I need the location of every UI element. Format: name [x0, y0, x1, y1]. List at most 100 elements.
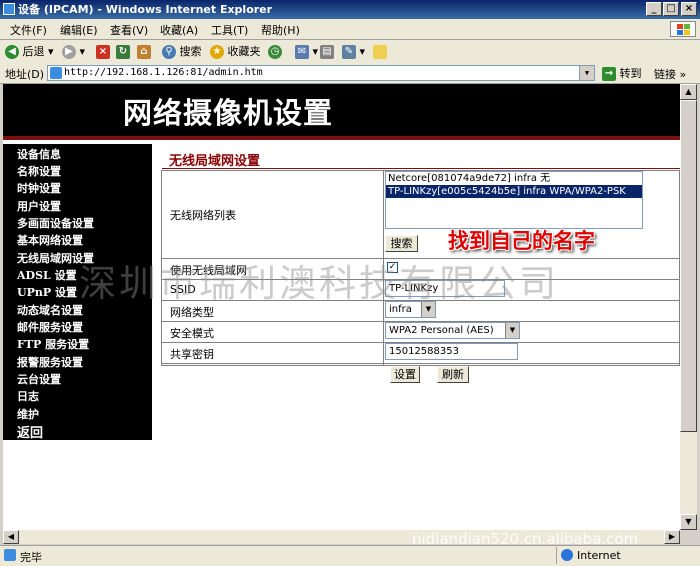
back-button[interactable]: ◀ 后退 ▾ — [5, 43, 54, 60]
minimize-button[interactable]: _ — [646, 2, 662, 16]
favorites-label: 收藏夹 — [227, 45, 261, 58]
sidebar-item-back[interactable]: 返回 — [17, 422, 43, 441]
address-dropdown-icon[interactable]: ▼ — [579, 66, 594, 80]
banner-title: 网络摄像机设置 — [123, 96, 334, 130]
wifi-network-item[interactable]: Netcore[081074a9de72] infra 无 — [386, 172, 642, 185]
go-label: 转到 — [619, 67, 642, 80]
address-label: 地址(D) — [5, 68, 45, 81]
messenger-button[interactable] — [373, 43, 387, 60]
menu-view[interactable]: 查看(V) — [110, 22, 148, 38]
menu-favorites[interactable]: 收藏(A) — [160, 22, 198, 38]
sidebar-item-mail[interactable]: 邮件服务设置 — [17, 319, 83, 335]
forward-arrow-icon: ▶ — [62, 45, 76, 59]
page-done-icon — [4, 549, 16, 561]
sidebar-item-wlan[interactable]: 无线局域网设置 — [17, 250, 94, 266]
vertical-scrollbar[interactable]: ▲ ▼ — [680, 84, 697, 530]
favorites-button[interactable]: ★ 收藏夹 — [210, 43, 261, 60]
search-networks-button[interactable]: 搜索 — [385, 235, 418, 252]
section-title: 无线局域网设置 — [169, 154, 261, 169]
links-button[interactable]: 链接 » — [654, 66, 686, 82]
edit-icon: ✎ — [342, 45, 356, 59]
stop-button[interactable]: × — [96, 43, 110, 60]
close-button[interactable]: × — [681, 2, 697, 16]
ssid-input[interactable]: TP-LINKzy — [385, 280, 505, 297]
wifi-network-item-selected[interactable]: TP-LINKzy[e005c5424b5e] infra WPA/WPA2-P… — [386, 185, 642, 198]
sidebar-item-ftp[interactable]: FTP 服务设置 — [17, 336, 89, 352]
page-icon — [50, 67, 62, 79]
search-icon: ⚲ — [162, 45, 176, 59]
sidebar-item-log[interactable]: 日志 — [17, 388, 39, 404]
forward-button[interactable]: ▶ ▾ — [62, 43, 85, 60]
globe-icon — [561, 549, 573, 561]
sidebar-item-adsl[interactable]: ADSL 设置 — [17, 267, 77, 283]
sidebar-item-ptz[interactable]: 云台设置 — [17, 371, 61, 387]
window-title: 设备 (IPCAM) - Windows Internet Explorer — [18, 3, 273, 16]
sidebar-item-users[interactable]: 用户设置 — [17, 198, 61, 214]
edit-button[interactable]: ✎ ▾ — [342, 43, 365, 60]
scroll-thumb[interactable] — [680, 100, 697, 432]
enable-wlan-label: 使用无线局域网 — [170, 264, 247, 277]
chevron-down-icon: ▼ — [505, 323, 519, 338]
wifi-list-label: 无线网络列表 — [170, 209, 236, 222]
wifi-network-list[interactable]: Netcore[081074a9de72] infra 无 TP-LINKzy[… — [385, 171, 643, 229]
sidebar-item-maintenance[interactable]: 维护 — [17, 406, 39, 422]
scroll-down-button[interactable]: ▼ — [680, 514, 697, 530]
back-label: 后退 — [22, 45, 45, 58]
row-divider — [162, 363, 679, 364]
address-input[interactable]: http://192.168.1.126:81/admin.htm ▼ — [47, 65, 595, 81]
search-label: 搜索 — [179, 45, 202, 58]
maximize-button[interactable]: □ — [663, 2, 679, 16]
address-bar: 地址(D) http://192.168.1.126:81/admin.htm … — [0, 63, 700, 84]
menu-file[interactable]: 文件(F) — [10, 22, 47, 38]
network-type-select[interactable]: infra ▼ — [385, 301, 436, 318]
history-icon: ◷ — [268, 45, 282, 59]
status-text: 完毕 — [20, 551, 42, 564]
security-mode-select[interactable]: WPA2 Personal (AES) ▼ — [385, 322, 520, 339]
sidebar-item-name[interactable]: 名称设置 — [17, 163, 61, 179]
shared-key-input[interactable]: 15012588353 — [385, 343, 518, 360]
sidebar-item-ddns[interactable]: 动态域名设置 — [17, 302, 83, 318]
status-bar: 完毕 Internet — [0, 545, 700, 566]
network-type-label: 网络类型 — [170, 306, 214, 319]
banner-divider — [3, 136, 680, 140]
history-button[interactable]: ◷ — [268, 43, 282, 60]
security-mode-label: 安全模式 — [170, 327, 214, 340]
network-type-value: infra — [389, 304, 412, 315]
menu-tools[interactable]: 工具(T) — [211, 22, 248, 38]
print-button[interactable]: ▤ — [320, 43, 334, 60]
window-titlebar: 设备 (IPCAM) - Windows Internet Explorer _… — [0, 0, 700, 19]
menu-bar: 文件(F) 编辑(E) 查看(V) 收藏(A) 工具(T) 帮助(H) — [0, 19, 700, 40]
sidebar-item-multiview[interactable]: 多画面设备设置 — [17, 215, 94, 231]
windows-logo-icon — [670, 21, 696, 37]
save-settings-button[interactable]: 设置 — [390, 366, 420, 383]
sidebar-item-upnp[interactable]: UPnP 设置 — [17, 284, 77, 300]
go-button[interactable]: → 转到 — [602, 65, 642, 81]
home-button[interactable]: ⌂ — [137, 43, 151, 60]
sidebar-item-network[interactable]: 基本网络设置 — [17, 232, 83, 248]
security-mode-value: WPA2 Personal (AES) — [389, 325, 494, 336]
refresh-page-button[interactable]: ↻ — [116, 43, 130, 60]
home-icon: ⌂ — [137, 45, 151, 59]
print-icon: ▤ — [320, 45, 334, 59]
search-button[interactable]: ⚲ 搜索 — [162, 43, 202, 60]
sidebar-item-alarm[interactable]: 报警服务设置 — [17, 354, 83, 370]
sidebar-item-clock[interactable]: 时钟设置 — [17, 180, 61, 196]
menu-help[interactable]: 帮助(H) — [261, 22, 300, 38]
scroll-left-button[interactable]: ◀ — [3, 530, 19, 544]
refresh-icon: ↻ — [116, 45, 130, 59]
sidebar-item-device-info[interactable]: 设备信息 — [17, 146, 61, 162]
enable-wlan-checkbox[interactable]: ✓ — [387, 262, 398, 273]
scroll-up-button[interactable]: ▲ — [680, 84, 697, 100]
mail-button[interactable]: ✉ ▾ — [295, 43, 318, 60]
refresh-form-button[interactable]: 刷新 — [437, 366, 469, 383]
zone-label: Internet — [577, 549, 621, 562]
menu-edit[interactable]: 编辑(E) — [60, 22, 98, 38]
toolbar: ◀ 后退 ▾ ▶ ▾ × ↻ ⌂ ⚲ 搜索 ★ 收藏夹 ◷ ✉ ▾ ▤ ✎ ▾ — [0, 40, 700, 64]
stop-icon: × — [96, 45, 110, 59]
scroll-right-button[interactable]: ▶ — [664, 530, 680, 544]
page-banner: 网络摄像机设置 — [3, 84, 680, 136]
ssid-label: SSID — [170, 283, 196, 296]
horizontal-scrollbar[interactable]: ◀ ▶ — [3, 530, 680, 544]
section-header: 无线局域网设置 — [162, 148, 680, 169]
ie-app-icon — [3, 3, 15, 15]
